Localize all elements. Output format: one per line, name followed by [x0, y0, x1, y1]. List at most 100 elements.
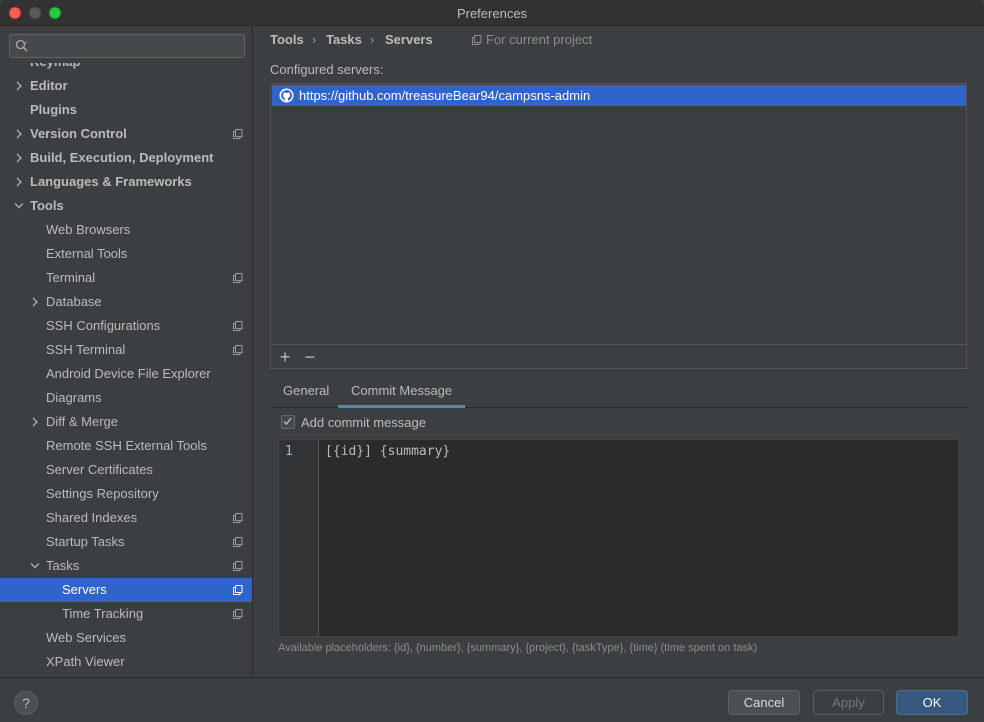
sidebar-item-label: Startup Tasks — [46, 534, 125, 549]
sidebar-item-label: Time Tracking — [62, 606, 144, 621]
sidebar-item-label: Servers — [62, 582, 107, 597]
sidebar-item-xpath-viewer[interactable]: XPath Viewer — [0, 650, 252, 674]
project-scope-icon — [233, 585, 243, 595]
chevron-right-icon[interactable] — [29, 290, 41, 314]
sidebar-item-label: Shared Indexes — [46, 510, 138, 525]
project-scope-icon — [233, 273, 243, 283]
sidebar-item-web-services[interactable]: Web Services — [0, 626, 252, 650]
commit-message-template[interactable]: [{id}] {summary} — [325, 444, 450, 459]
project-scope-icon — [233, 513, 243, 523]
servers-list: https://github.com/treasureBear94/campsn… — [270, 83, 967, 369]
project-scope-icon — [233, 609, 243, 619]
sidebar-item-tasks[interactable]: Tasks — [0, 554, 252, 578]
apply-button[interactable]: Apply — [813, 690, 884, 715]
sidebar-item-label: Diff & Merge — [46, 414, 119, 429]
server-url: https://github.com/treasureBear94/campsn… — [299, 88, 591, 103]
sidebar-item-label: Android Device File Explorer — [46, 366, 211, 381]
chevron-right-icon[interactable] — [13, 122, 25, 146]
servers-toolbar: + − — [272, 344, 966, 368]
add-server-button[interactable]: + — [275, 347, 295, 367]
project-scope-icon — [233, 345, 243, 355]
sidebar-item-diff-merge[interactable]: Diff & Merge — [0, 410, 252, 434]
sidebar-item-languages-frameworks[interactable]: Languages & Frameworks — [0, 170, 252, 194]
sidebar-item-diagrams[interactable]: Diagrams — [0, 386, 252, 410]
sidebar-item-label: SSH Terminal — [46, 342, 126, 357]
github-icon — [279, 88, 294, 103]
cancel-button[interactable]: Cancel — [728, 690, 800, 715]
sidebar-item-terminal[interactable]: Terminal — [0, 266, 252, 290]
placeholders-hint: Available placeholders: {id}, {number}, … — [278, 642, 758, 654]
sidebar-item-label: XPath Viewer — [46, 654, 125, 669]
line-number: 1 — [285, 444, 293, 459]
sidebar-item-android-device-file-explorer[interactable]: Android Device File Explorer — [0, 362, 252, 386]
help-button[interactable]: ? — [14, 691, 38, 715]
project-scope-icon — [233, 321, 243, 331]
add-commit-message-checkbox[interactable] — [281, 415, 295, 429]
project-scope-icon — [233, 537, 243, 547]
sidebar-item-plugins[interactable]: Plugins — [0, 98, 252, 122]
checkmark-icon — [283, 417, 292, 426]
title-bar: Preferences — [0, 0, 984, 26]
search-icon — [15, 39, 28, 52]
scope-label: For current project — [486, 32, 593, 47]
server-tabs: General Commit Message — [270, 379, 967, 408]
sidebar-item-label: Terminal — [46, 270, 96, 285]
sidebar-item-label: Diagrams — [46, 390, 102, 405]
tab-commit-message[interactable]: Commit Message — [338, 379, 466, 408]
sidebar-item-label: Build, Execution, Deployment — [30, 150, 214, 165]
chevron-down-icon[interactable] — [13, 194, 25, 218]
ok-button[interactable]: OK — [896, 690, 968, 715]
sidebar-item-label: Remote SSH External Tools — [46, 438, 207, 453]
remove-server-button[interactable]: − — [300, 347, 320, 367]
sidebar-item-label: Web Browsers — [46, 222, 131, 237]
breadcrumb-separator: › — [312, 32, 317, 47]
chevron-right-icon[interactable] — [13, 170, 25, 194]
sidebar-item-label: Editor — [30, 78, 68, 93]
sidebar-item-label: Tasks — [46, 558, 80, 573]
breadcrumb-tools[interactable]: Tools — [270, 32, 304, 47]
tab-general[interactable]: General — [270, 379, 342, 408]
sidebar-item-label: Plugins — [30, 102, 77, 117]
commit-message-editor[interactable]: 1 [{id}] {summary} — [278, 439, 959, 637]
sidebar-item-tools[interactable]: Tools — [0, 194, 252, 218]
sidebar-item-servers[interactable]: Servers — [0, 578, 252, 602]
sidebar-item-web-browsers[interactable]: Web Browsers — [0, 218, 252, 242]
sidebar-item-version-control[interactable]: Version Control — [0, 122, 252, 146]
sidebar-item-label: Settings Repository — [46, 486, 159, 501]
chevron-right-icon[interactable] — [13, 74, 25, 98]
settings-sidebar: Keymap Editor Plugins Version Control Build,… — [0, 26, 253, 676]
sidebar-item-label: SSH Configurations — [46, 318, 161, 333]
sidebar-item-external-tools[interactable]: External Tools — [0, 242, 252, 266]
sidebar-item-server-certificates[interactable]: Server Certificates — [0, 458, 252, 482]
sidebar-item-label: Languages & Frameworks — [30, 174, 192, 189]
sidebar-item-label: Database — [46, 294, 102, 309]
sidebar-item-remote-ssh-external-tools[interactable]: Remote SSH External Tools — [0, 434, 252, 458]
sidebar-item-startup-tasks[interactable]: Startup Tasks — [0, 530, 252, 554]
sidebar-item-label: Server Certificates — [46, 462, 153, 477]
sidebar-item-ssh-configurations[interactable]: SSH Configurations — [0, 314, 252, 338]
breadcrumb-tasks[interactable]: Tasks — [326, 32, 362, 47]
server-list-item[interactable]: https://github.com/treasureBear94/campsn… — [272, 85, 966, 106]
project-scope-icon — [233, 129, 243, 139]
sidebar-item-ssh-terminal[interactable]: SSH Terminal — [0, 338, 252, 362]
chevron-down-icon[interactable] — [29, 554, 41, 578]
sidebar-item-label: External Tools — [46, 246, 128, 261]
settings-search-input[interactable] — [9, 34, 245, 58]
sidebar-item-label: Version Control — [30, 126, 127, 141]
sidebar-item-settings-repository[interactable]: Settings Repository — [0, 482, 252, 506]
sidebar-item-build-execution-deployment[interactable]: Build, Execution, Deployment — [0, 146, 252, 170]
chevron-right-icon[interactable] — [13, 146, 25, 170]
sidebar-item-label: Tools — [30, 198, 64, 213]
project-scope-icon — [233, 561, 243, 571]
sidebar-item-database[interactable]: Database — [0, 290, 252, 314]
preferences-window: Preferences Keymap Editor Plugins Version C… — [0, 0, 984, 722]
sidebar-item-editor[interactable]: Editor — [0, 74, 252, 98]
chevron-right-icon[interactable] — [29, 410, 41, 434]
sidebar-item-time-tracking[interactable]: Time Tracking — [0, 602, 252, 626]
project-scope-icon — [472, 35, 482, 45]
breadcrumb-servers: Servers — [385, 32, 433, 47]
sidebar-item-label: Web Services — [46, 630, 126, 645]
add-commit-message-label: Add commit message — [301, 415, 426, 430]
dialog-button-bar: ? Cancel Apply OK — [0, 677, 984, 722]
sidebar-item-shared-indexes[interactable]: Shared Indexes — [0, 506, 252, 530]
